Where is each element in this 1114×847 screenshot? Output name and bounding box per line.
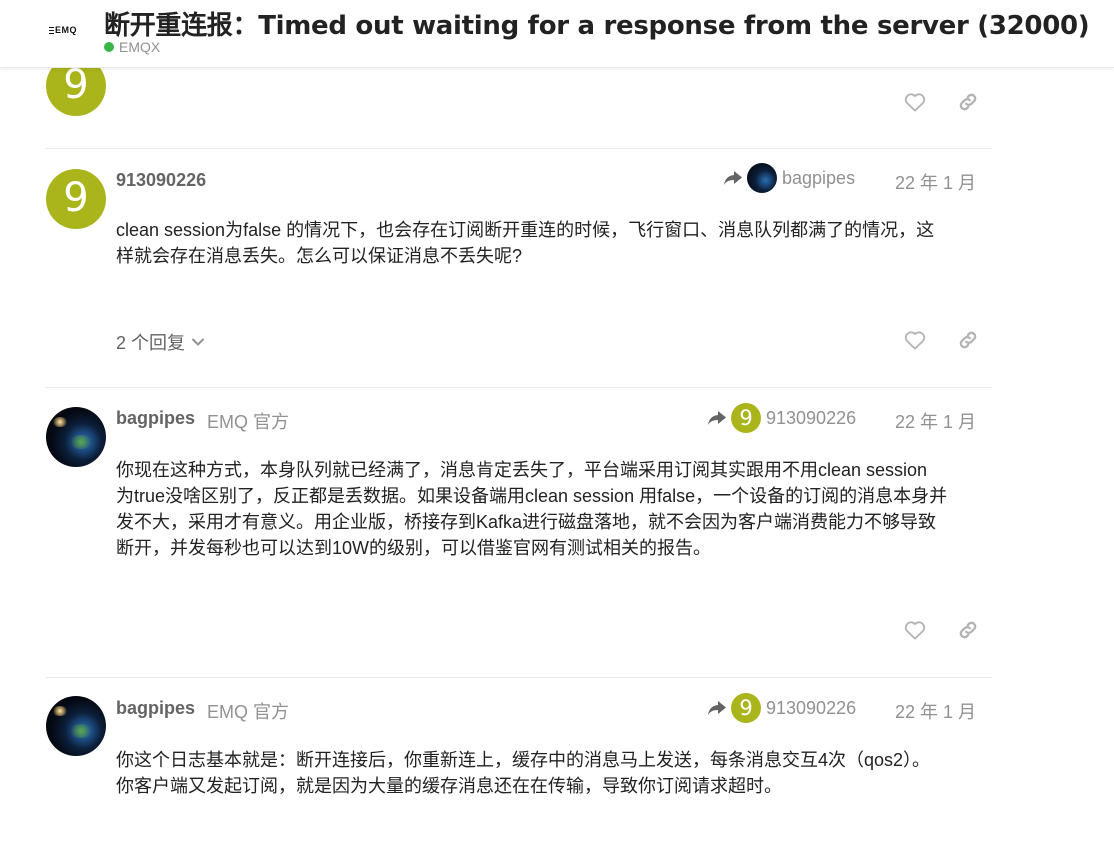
reply-to-tab[interactable]: 9 913090226 xyxy=(707,403,856,433)
post-text: 断开，并发每秒也可以达到10W的级别，可以借鉴官网有测试相关的报告。 xyxy=(116,538,712,558)
post-text: 样就会存在消息丢失。怎么可以保证消息不丢失呢? xyxy=(116,246,523,266)
post-date[interactable]: 22 年 1 月 xyxy=(895,698,976,724)
link-icon xyxy=(959,621,977,639)
chevron-down-icon xyxy=(191,338,205,346)
avatar[interactable] xyxy=(46,407,106,467)
topic-header: EMQ 断开重连报：Timed out waiting for a respon… xyxy=(0,0,1114,68)
avatar[interactable] xyxy=(46,696,106,756)
post-date[interactable]: 22 年 1 月 xyxy=(895,408,976,434)
user-title-badge: EMQ 官方 xyxy=(207,702,290,722)
post-username[interactable]: 913090226 xyxy=(116,170,206,191)
post-body: clean session为false 的情况下，也会存在订阅断开重连的时候，飞… xyxy=(116,217,986,269)
like-button[interactable] xyxy=(901,616,929,644)
link-icon xyxy=(959,93,977,111)
post-text: 发不大，采用才有意义。用企业版，桥接存到Kafka进行磁盘落地，就不会因为客户端… xyxy=(116,512,937,532)
heart-icon xyxy=(904,331,926,350)
topic-title[interactable]: 断开重连报：Timed out waiting for a response f… xyxy=(104,5,1090,42)
logo-mark-icon xyxy=(49,27,54,34)
category-dot-icon xyxy=(104,42,114,52)
logo-text: EMQ xyxy=(55,25,78,35)
reply-to-avatar xyxy=(747,163,777,193)
category-badge[interactable]: EMQX xyxy=(104,39,160,55)
heart-icon xyxy=(904,621,926,640)
like-button[interactable] xyxy=(901,326,929,354)
post-text: 为true没啥区别了，反正都是丢数据。如果设备端用clean session 用… xyxy=(116,486,948,506)
user-title-badge: EMQ 官方 xyxy=(207,412,290,432)
post-text: 你现在这种方式，本身队列就已经满了，消息肯定丢失了，平台端采用订阅其实跟用不用c… xyxy=(116,460,928,480)
reply-arrow-icon xyxy=(708,411,726,425)
category-name: EMQX xyxy=(119,39,161,55)
post: bagpipes EMQ 官方 9 913090226 22 年 1 月 你这个… xyxy=(46,678,992,847)
reply-to-tab[interactable]: bagpipes xyxy=(723,163,855,193)
link-icon xyxy=(959,331,977,349)
show-replies-button[interactable]: 2 个回复 xyxy=(116,329,205,355)
reply-arrow-icon xyxy=(708,701,726,715)
heart-icon xyxy=(904,93,926,112)
reply-to-avatar: 9 xyxy=(731,693,761,723)
post-body: 你这个日志基本就是：断开连接后，你重新连上，缓存中的消息马上发送，每条消息交互4… xyxy=(116,747,986,799)
reply-to-username: 913090226 xyxy=(766,697,857,718)
copy-link-button[interactable] xyxy=(954,326,982,354)
post-text: 你客户端又发起订阅，就是因为大量的缓存消息还在在传输，导致你订阅请求超时。 xyxy=(116,776,782,796)
reply-to-username: bagpipes xyxy=(782,167,856,188)
avatar[interactable]: 9 xyxy=(46,169,106,229)
post-username[interactable]: bagpipes xyxy=(116,408,195,429)
post: 9 913090226 bagpipes 22 年 1 月 clean sess… xyxy=(46,149,992,387)
site-logo[interactable]: EMQ xyxy=(49,25,77,35)
like-button[interactable] xyxy=(901,88,929,116)
post-text: 你这个日志基本就是：断开连接后，你重新连上，缓存中的消息马上发送，每条消息交互4… xyxy=(116,750,931,770)
post-username[interactable]: bagpipes xyxy=(116,698,195,719)
reply-arrow-icon xyxy=(724,171,742,185)
post: bagpipes EMQ 官方 9 913090226 22 年 1 月 你现在… xyxy=(46,388,992,677)
post-text: clean session为false 的情况下，也会存在订阅断开重连的时候，飞… xyxy=(116,220,935,240)
post-body: 你现在这种方式，本身队列就已经满了，消息肯定丢失了，平台端采用订阅其实跟用不用c… xyxy=(116,457,986,561)
reply-to-username: 913090226 xyxy=(766,407,857,428)
copy-link-button[interactable] xyxy=(954,616,982,644)
copy-link-button[interactable] xyxy=(954,88,982,116)
reply-to-tab[interactable]: 9 913090226 xyxy=(707,693,856,723)
reply-to-avatar: 9 xyxy=(731,403,761,433)
replies-count-label: 2 个回复 xyxy=(116,333,186,353)
post-date[interactable]: 22 年 1 月 xyxy=(895,169,976,195)
